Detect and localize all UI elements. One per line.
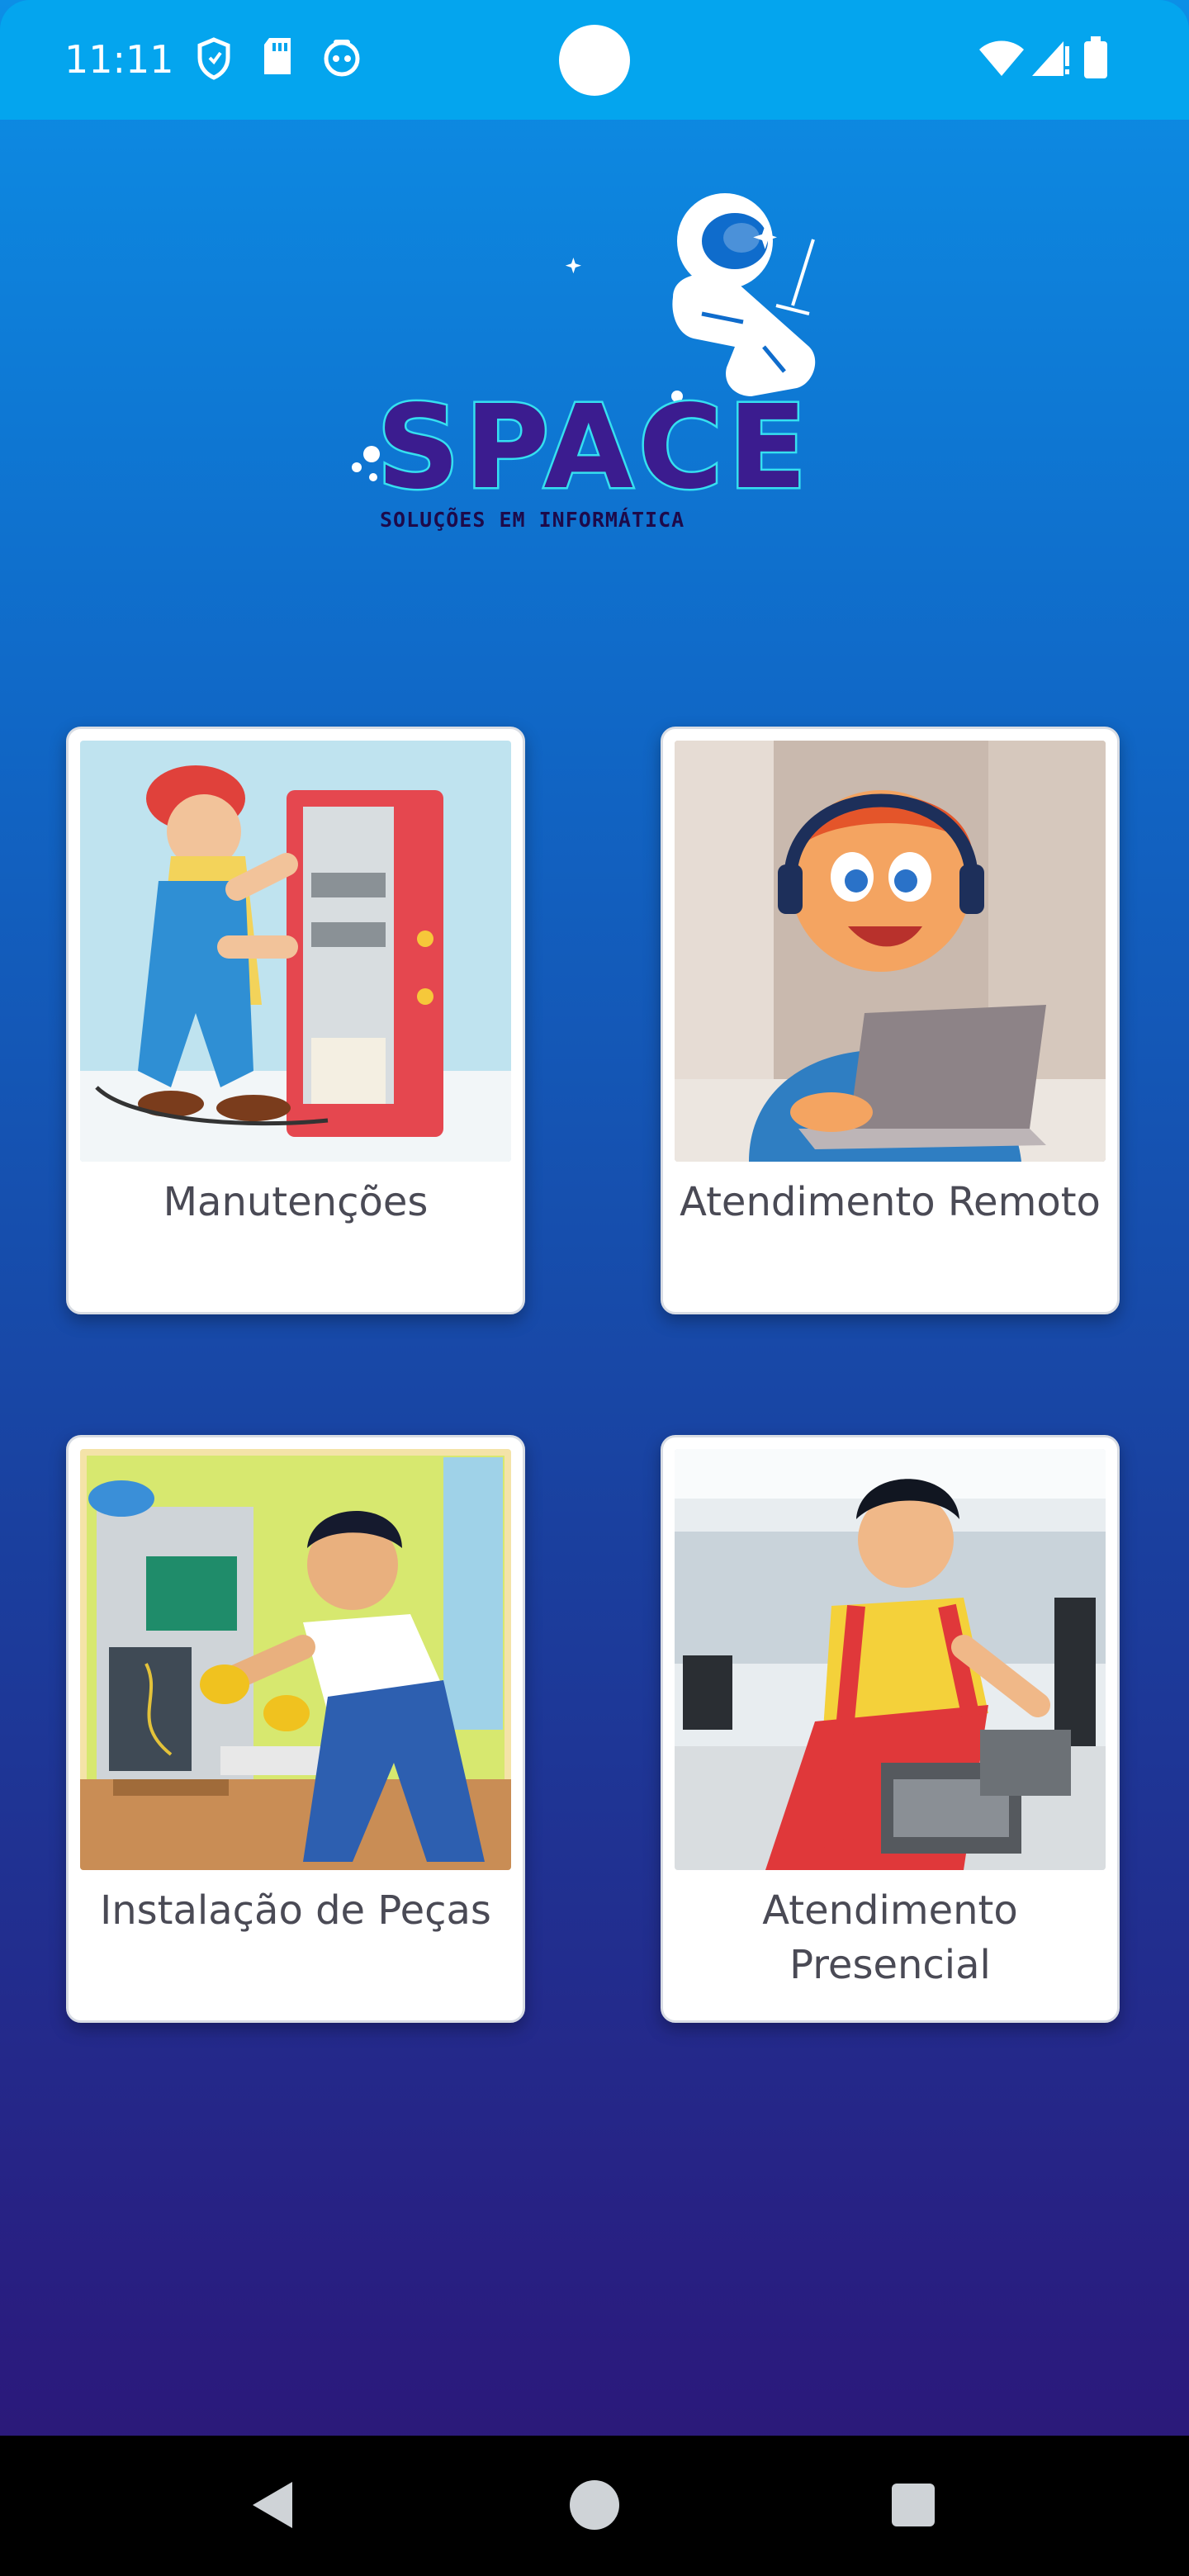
space-logo: SPACE SOLUÇÕES EM INFORMÁTICA	[347, 190, 892, 545]
recents-icon[interactable]	[890, 2482, 936, 2532]
signal-icon	[1030, 38, 1070, 82]
service-label: Instalação de Peças	[100, 1887, 491, 1934]
battery-icon	[1083, 36, 1108, 83]
service-label-line2: Presencial	[789, 1942, 991, 1988]
sd-card-icon	[261, 36, 294, 82]
wifi-icon	[978, 38, 1026, 82]
service-card-atendimento-presencial[interactable]: Atendimento Presencial	[661, 1435, 1120, 2023]
technician-installing-parts-illustration	[80, 1449, 511, 1870]
status-bar: 11:11	[0, 0, 1189, 120]
navigation-bar	[0, 2436, 1189, 2576]
astronaut-icon	[565, 193, 816, 396]
home-icon[interactable]	[568, 2479, 621, 2536]
status-time: 11:11	[64, 37, 174, 82]
service-card-manutencoes[interactable]: Manutenções	[66, 727, 525, 1314]
service-card-instalacao-de-pecas[interactable]: Instalação de Peças	[66, 1435, 525, 2023]
service-label-line1: Atendimento	[762, 1887, 1018, 1934]
back-icon[interactable]	[249, 2479, 296, 2536]
technician-onsite-server-illustration	[675, 1449, 1106, 1870]
technician-repairing-computer-illustration	[80, 741, 511, 1162]
logo-brand-text: SPACE	[377, 381, 812, 515]
service-card-atendimento-remoto[interactable]: Atendimento Remoto	[661, 727, 1120, 1314]
logo-tagline: SOLUÇÕES EM INFORMÁTICA	[380, 507, 685, 532]
service-label: Atendimento Remoto	[680, 1179, 1101, 1225]
support-agent-with-headset-laptop-illustration	[675, 741, 1106, 1162]
front-camera	[559, 25, 630, 96]
service-label: Manutenções	[163, 1179, 429, 1225]
shield-icon	[195, 36, 233, 85]
service-label: Atendimento Presencial	[663, 1883, 1117, 1992]
robot-face-icon	[322, 36, 362, 82]
